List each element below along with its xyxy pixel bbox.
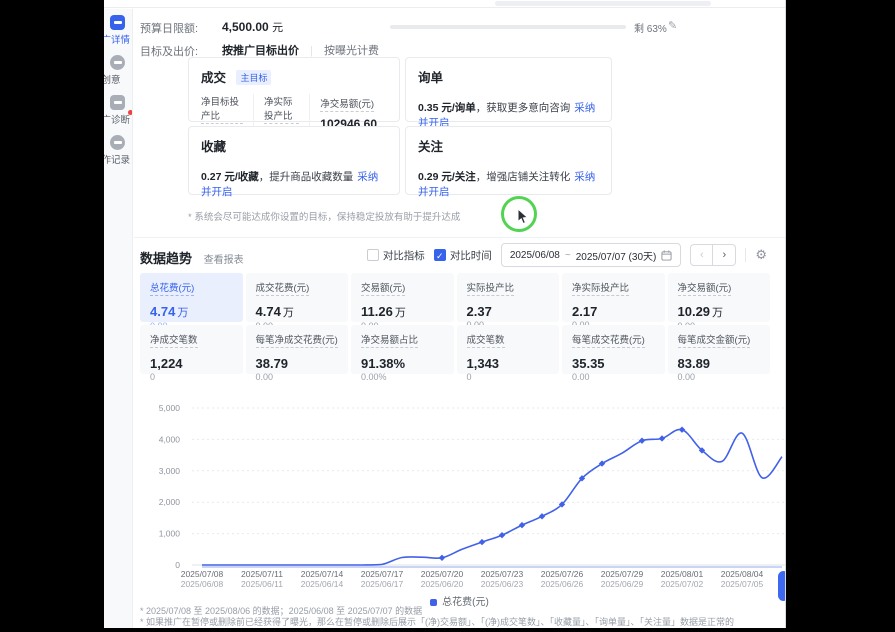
sidebar-item-creative[interactable]: 创意 <box>104 55 132 89</box>
tab-bid-by-goal[interactable]: 按推广目标出价 <box>222 45 299 57</box>
metric-card-cost-per-order[interactable]: 每笔成交花费(元) 35.35 0.00 <box>562 325 665 374</box>
notification-dot <box>128 110 133 115</box>
promotion-detail-icon <box>110 15 125 30</box>
horizontal-scrollbar[interactable] <box>495 1 711 6</box>
floating-scroll-pill[interactable] <box>778 571 786 601</box>
metric-card-total-cost[interactable]: 总花费(元) 4.74万 0.00 <box>140 273 243 322</box>
sidebar-item-label: 推广详情 <box>104 32 133 46</box>
svg-text:2025/06/26: 2025/06/26 <box>541 579 584 589</box>
goal-card-title: 成交 <box>201 67 226 86</box>
sidebar-item-diagnosis[interactable]: 推广诊断 <box>104 95 132 129</box>
checkbox-checked-icon[interactable]: ✓ <box>434 249 446 261</box>
detail-sidebar: 推广详情 创意 推广诊断 操作记录 <box>104 9 133 628</box>
metric-card-net-orders[interactable]: 净成交笔数 1,224 0 <box>140 325 243 374</box>
svg-text:2025/06/17: 2025/06/17 <box>361 579 404 589</box>
goal-bid-row: 目标及出价: 按推广目标出价 | 按曝光计费 <box>140 41 760 57</box>
legend-swatch-icon <box>430 599 437 606</box>
section-divider <box>134 237 785 238</box>
gear-icon[interactable]: ⚙ <box>755 247 767 263</box>
compare-metric-checkbox[interactable]: 对比指标 <box>367 248 425 263</box>
sidebar-item-label: 创意 <box>104 72 133 86</box>
metric-card-net-actual-roi[interactable]: 净实际投产比 2.17 0.00 <box>562 273 665 322</box>
metric-card-orders[interactable]: 成交笔数 1,343 0 <box>457 325 560 374</box>
tab-divider: | <box>310 45 313 57</box>
trend-header: 数据趋势 查看报表 <box>140 248 244 267</box>
svg-text:2025/07/20: 2025/07/20 <box>421 569 464 579</box>
operation-log-icon <box>110 135 125 150</box>
svg-text:0: 0 <box>175 560 180 570</box>
svg-text:2025/06/14: 2025/06/14 <box>301 579 344 589</box>
svg-text:2025/06/20: 2025/06/20 <box>421 579 464 589</box>
goal-card-title: 关注 <box>418 136 443 155</box>
svg-text:5,000: 5,000 <box>159 403 181 413</box>
svg-text:2025/07/02: 2025/07/02 <box>661 579 704 589</box>
edit-budget-icon[interactable]: ✎ <box>668 19 677 32</box>
budget-value: 4,500.00 元 <box>222 19 283 35</box>
metric-card-amount-per-order[interactable]: 每笔成交金额(元) 83.89 0.00 <box>668 325 771 374</box>
metric-card-grid: 总花费(元) 4.74万 0.00 成交花费(元) 4.74万 0.00 交易额… <box>140 273 770 374</box>
svg-text:2025/07/23: 2025/07/23 <box>481 569 524 579</box>
goal-card-title: 询单 <box>418 67 443 86</box>
click-highlight-ring <box>501 196 537 232</box>
compare-time-checkbox[interactable]: ✓ 对比时间 <box>434 248 492 263</box>
daily-budget-row: 预算日限额: 4,500.00 元 剩 63% ✎ <box>140 18 760 34</box>
svg-text:2025/07/08: 2025/07/08 <box>181 569 224 579</box>
goal-note: * 系统会尽可能达成你设置的目标，保持稳定投放有助于提升达成 <box>188 209 460 223</box>
metric-card-net-gmv[interactable]: 净交易额(元) 10.29万 0.00 <box>668 273 771 322</box>
metric-card-gmv[interactable]: 交易额(元) 11.26万 0.00 <box>351 273 454 322</box>
trend-controls: 对比指标 ✓ 对比时间 2025/06/08 ~ 2025/07/07 (30天… <box>367 243 767 267</box>
svg-text:2025/07/05: 2025/07/05 <box>721 579 764 589</box>
goal-card-favorite: 收藏 0.27 元/收藏，提升商品收藏数量采纳并开启 <box>188 126 400 195</box>
checkbox-unchecked-icon[interactable] <box>367 249 379 261</box>
controls-divider <box>745 248 746 262</box>
svg-text:2025/06/11: 2025/06/11 <box>241 579 283 589</box>
chevron-left-icon[interactable]: ‹ <box>690 244 713 266</box>
svg-text:2025/07/17: 2025/07/17 <box>361 569 404 579</box>
svg-text:2,000: 2,000 <box>159 497 181 507</box>
trend-line-chart: 01,0002,0003,0004,0005,0002025/07/082025… <box>150 397 786 602</box>
diagnosis-icon <box>110 95 125 110</box>
chart-footnote-explanation: * 如果推广在暂停或删除前已经获得了曝光，那么在暂停或删除后展示「(净)交易额」… <box>140 615 734 628</box>
svg-text:2025/08/01: 2025/08/01 <box>661 569 704 579</box>
top-strip <box>104 0 785 8</box>
goal-card-title: 收藏 <box>201 136 226 155</box>
svg-text:2025/07/29: 2025/07/29 <box>601 569 644 579</box>
sidebar-item-label: 操作记录 <box>104 152 133 166</box>
svg-text:2025/07/14: 2025/07/14 <box>301 569 344 579</box>
app-window: 推广详情 创意 推广诊断 操作记录 预算日限额: 4,500.00 元 <box>104 0 786 628</box>
svg-text:2025/06/08: 2025/06/08 <box>181 579 224 589</box>
chevron-right-icon[interactable]: › <box>713 244 736 266</box>
metric-card-deal-cost[interactable]: 成交花费(元) 4.74万 0.00 <box>246 273 349 322</box>
budget-label: 预算日限额: <box>140 20 198 36</box>
budget-progress-bar <box>390 25 626 29</box>
svg-text:2025/06/29: 2025/06/29 <box>601 579 644 589</box>
metric-card-net-cost-per-order[interactable]: 每笔净成交花费(元) 38.79 0.00 <box>246 325 349 374</box>
svg-text:2025/07/11: 2025/07/11 <box>241 569 283 579</box>
primary-goal-badge: 主目标 <box>236 70 271 85</box>
svg-text:2025/06/23: 2025/06/23 <box>481 579 524 589</box>
sidebar-item-operation-log[interactable]: 操作记录 <box>104 135 132 169</box>
date-nav: ‹ › <box>690 244 736 266</box>
creative-icon <box>110 55 125 70</box>
svg-text:1,000: 1,000 <box>159 529 181 539</box>
goal-card-deal: 成交 主目标 净目标投产比i 2.45 ✎ 净实际投产比 2.17 净交易额(元… <box>188 57 400 122</box>
main-content: 预算日限额: 4,500.00 元 剩 63% ✎ 目标及出价: 按推广目标出价… <box>134 9 785 628</box>
goal-card-follow: 关注 0.29 元/关注，增强店铺关注转化采纳并开启 <box>405 126 612 195</box>
svg-text:3,000: 3,000 <box>159 466 181 476</box>
cursor-icon <box>517 209 529 225</box>
trend-title: 数据趋势 <box>140 248 192 267</box>
date-range-picker[interactable]: 2025/06/08 ~ 2025/07/07 (30天) <box>501 243 682 267</box>
view-report-link[interactable]: 查看报表 <box>204 255 244 266</box>
svg-text:2025/08/04: 2025/08/04 <box>721 569 764 579</box>
goal-card-inquiry: 询单 0.35 元/询单，获取更多意向咨询采纳并开启 <box>405 57 612 122</box>
svg-text:2025/07/26: 2025/07/26 <box>541 569 584 579</box>
budget-remaining: 剩 63% <box>634 20 667 35</box>
metric-card-net-gmv-ratio[interactable]: 净交易额占比 91.38% 0.00% <box>351 325 454 374</box>
sidebar-item-promotion-detail[interactable]: 推广详情 <box>104 15 132 49</box>
bid-tabs: 按推广目标出价 | 按曝光计费 <box>222 42 379 58</box>
tab-bid-by-impression[interactable]: 按曝光计费 <box>324 45 379 57</box>
calendar-icon <box>661 250 672 261</box>
metric-card-actual-roi[interactable]: 实际投产比 2.37 0.00 <box>457 273 560 322</box>
svg-text:4,000: 4,000 <box>159 434 181 444</box>
